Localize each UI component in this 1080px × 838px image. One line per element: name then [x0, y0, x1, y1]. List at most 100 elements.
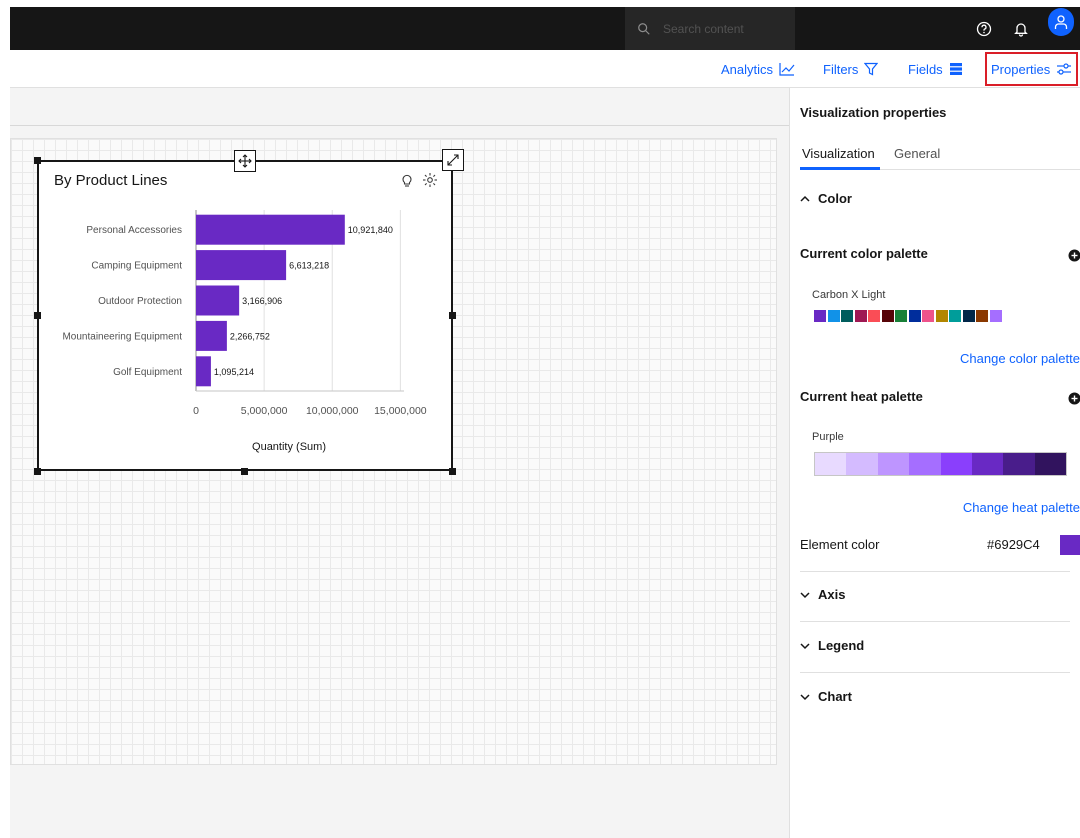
palette-swatch [949, 310, 961, 322]
divider [800, 571, 1070, 572]
divider [800, 672, 1070, 673]
canvas-header-strip [10, 88, 789, 126]
fields-label: Fields [908, 61, 943, 77]
properties-button[interactable]: Properties [985, 52, 1079, 86]
maximize-icon [447, 154, 459, 166]
tab-general[interactable]: General [894, 146, 940, 161]
palette-swatch [854, 310, 867, 322]
data-label: 3,166,906 [242, 296, 282, 306]
change-heat-palette-link[interactable]: Change heat palette [963, 500, 1080, 515]
add-color-palette-icon[interactable] [1068, 249, 1080, 262]
resize-handle-bottom-left[interactable] [34, 468, 41, 475]
resize-handle-left[interactable] [34, 312, 41, 319]
legend-section-header[interactable]: Legend [800, 638, 864, 653]
add-heat-palette-icon[interactable] [1068, 392, 1080, 405]
toolbar: Analytics Filters Fields Properties [10, 50, 1080, 88]
palette-swatch [868, 310, 880, 322]
chart-bar [196, 214, 345, 245]
color-section-label: Color [818, 191, 852, 206]
chart-bar [196, 250, 287, 281]
resize-handle-bottom[interactable] [241, 468, 248, 475]
notification-icon[interactable] [1004, 7, 1038, 50]
heat-palette-name: Purple [812, 431, 844, 443]
fields-icon [949, 63, 962, 75]
change-color-palette-link[interactable]: Change color palette [960, 351, 1080, 366]
properties-label: Properties [991, 61, 1051, 77]
resize-handle-bottom-right[interactable] [449, 468, 456, 475]
top-header [10, 7, 1080, 50]
properties-panel: Visualization properties Visualization G… [789, 88, 1080, 838]
palette-swatch [976, 310, 988, 322]
heat-swatch [971, 453, 1004, 475]
chart-widget[interactable]: By Product Lines Personal Accessories 10,… [37, 160, 453, 471]
heat-swatch [877, 453, 910, 475]
move-handle[interactable] [234, 150, 256, 172]
category-label: Outdoor Protection [98, 296, 182, 307]
expand-handle[interactable] [442, 149, 464, 171]
chevron-up-icon [800, 195, 810, 202]
color-palette-swatches[interactable] [814, 310, 1003, 322]
chevron-down-icon [800, 591, 810, 598]
color-section-header[interactable]: Color [800, 191, 852, 206]
data-label: 2,266,752 [230, 331, 270, 341]
axis-section-label: Axis [818, 587, 846, 602]
chart-section-header[interactable]: Chart [800, 689, 852, 704]
search-input[interactable] [663, 21, 783, 36]
analytics-icon [779, 63, 795, 76]
tab-visualization[interactable]: Visualization [802, 146, 875, 161]
palette-swatch [895, 310, 907, 322]
bar-chart: Personal Accessories 10,921,840 Camping Eq… [62, 210, 427, 453]
element-color-value: #6929C4 [987, 537, 1040, 552]
palette-swatch [989, 310, 1002, 322]
user-icon [1054, 15, 1068, 29]
heat-swatch [940, 453, 972, 475]
palette-swatch [908, 310, 921, 322]
resize-handle-right[interactable] [449, 312, 456, 319]
user-avatar[interactable] [1048, 8, 1074, 36]
analytics-button[interactable]: Analytics [721, 50, 795, 88]
palette-swatch [922, 310, 934, 322]
heat-swatch [1003, 453, 1035, 475]
move-icon [238, 154, 252, 168]
palette-swatch [962, 310, 975, 322]
filter-icon [864, 62, 879, 76]
heat-palette-swatches[interactable] [814, 452, 1067, 476]
heat-swatch [846, 453, 878, 475]
palette-swatch [814, 310, 826, 322]
element-color-label: Element color [800, 537, 880, 552]
search-icon [638, 22, 650, 35]
category-label: Personal Accessories [86, 225, 182, 236]
chart-bar [196, 356, 211, 387]
filters-label: Filters [823, 61, 859, 77]
active-tab-indicator [800, 167, 880, 170]
properties-icon [1057, 63, 1072, 75]
legend-section-label: Legend [818, 638, 865, 653]
heat-swatch [1034, 453, 1066, 475]
palette-swatch [841, 310, 853, 322]
filters-button[interactable]: Filters [823, 50, 879, 88]
resize-handle-top-left[interactable] [34, 157, 41, 164]
palette-name: Carbon X Light [812, 289, 886, 301]
axis-section-header[interactable]: Axis [800, 587, 845, 602]
chevron-down-icon [800, 642, 810, 649]
category-label: Mountaineering Equipment [62, 331, 182, 342]
help-icon[interactable] [967, 7, 1001, 50]
x-tick-label: 0 [193, 405, 199, 417]
heat-swatch [815, 453, 847, 475]
fields-button[interactable]: Fields [908, 50, 963, 88]
current-color-palette-label: Current color palette [800, 246, 928, 261]
panel-title: Visualization properties [800, 105, 947, 120]
palette-swatch [935, 310, 948, 322]
x-axis-title: Quantity (Sum) [252, 441, 326, 453]
chart-bar [196, 285, 240, 316]
data-label: 6,613,218 [289, 261, 329, 271]
category-label: Golf Equipment [113, 367, 182, 378]
search-box[interactable] [625, 7, 795, 50]
element-color-swatch[interactable] [1060, 535, 1080, 555]
panel-tabs: Visualization General [800, 138, 1080, 170]
chevron-down-icon [800, 693, 810, 700]
x-tick-label: 10,000,000 [306, 405, 359, 417]
analytics-label: Analytics [721, 61, 774, 77]
palette-swatch [881, 310, 894, 322]
data-label: 10,921,840 [348, 225, 393, 235]
